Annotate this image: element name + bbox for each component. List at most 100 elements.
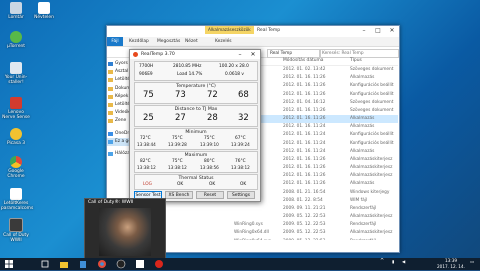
file-type: Szöveges dokument [350, 99, 394, 105]
desktop-icon-nevtelen[interactable]: Névtelen [29, 2, 59, 20]
tab-view[interactable]: Nézet [185, 37, 198, 46]
taskbar: ^ ▮ ◀ 13:39 2017. 12. 14. ▭ [0, 258, 480, 270]
desktop-icon-chrome[interactable]: Google Chrome [1, 156, 31, 179]
file-row[interactable]: WinRing0.sys 2009. 05. 12. 22:53 Rendszerf… [154, 221, 398, 229]
minimize-icon[interactable]: – [357, 26, 371, 35]
start-icon[interactable] [4, 259, 14, 269]
file-type: Alkalmazáskiterjesz [350, 230, 393, 236]
core2-min: 75°C [204, 136, 215, 141]
settings-button[interactable]: Settings [227, 191, 255, 199]
desktop-icon-utorrent[interactable]: µTorrent [1, 31, 31, 49]
file-type: WIM fájl [350, 197, 368, 203]
close-icon[interactable]: ✕ [247, 50, 259, 59]
folder-icon [108, 94, 113, 99]
tjmax-box: Distance to TJ Max 25 27 28 32 [134, 105, 258, 127]
close-icon[interactable]: ✕ [385, 26, 399, 35]
store-icon[interactable] [78, 259, 88, 269]
realtemp-titlebar: RealTemp 3.70 – ✕ [130, 50, 260, 59]
volume-icon[interactable]: ◀ [402, 259, 405, 265]
file-name: WinRing0x64.dll [234, 230, 269, 236]
cpu-speed: 2810.85 MHz [173, 64, 202, 69]
file-row[interactable]: WinRing0x64.sys 2009. 05. 12. 22:53 Rendsz… [154, 238, 398, 240]
chrome-taskbar-icon[interactable] [97, 259, 107, 269]
folder-icon [108, 119, 113, 124]
core0-temp: 75 [143, 90, 154, 100]
file-row[interactable]: 2009. 05. 12. 22:53 Alkalmazáskiterjesz [154, 213, 398, 221]
thermal-status-header: Thermal Status [178, 176, 214, 181]
folder-icon [108, 102, 113, 107]
thermal-status-box: Thermal Status LOG OK OK OK [134, 174, 258, 190]
tray-chevron-icon[interactable]: ^ [380, 258, 384, 265]
core1-max-time: 13:38:12 [168, 165, 187, 170]
notification-icon[interactable]: ▭ [470, 259, 474, 265]
tray-clock[interactable]: 13:39 2017. 12. 14. [434, 258, 468, 269]
desktop-icon-recycle-bin[interactable]: Lomtár [1, 2, 31, 20]
file-date: 2012. 01. 16. 11:26 [283, 156, 326, 162]
core2-max: 80°C [204, 159, 215, 164]
desktop-icon-uninstaller[interactable]: Your Unin-staller! [1, 62, 31, 85]
cpu-load: Load 14.7% [177, 72, 203, 77]
log-button[interactable]: LOG [143, 182, 152, 187]
minimize-icon[interactable]: – [234, 50, 246, 59]
tab-file[interactable]: Fájl [107, 37, 123, 46]
xs-bench-button[interactable]: XS Bench [165, 191, 193, 199]
file-type: Alkalmazás [350, 148, 375, 154]
core3-status: OK [240, 182, 247, 187]
tab-home[interactable]: Kezdőlap [129, 37, 149, 46]
task-view-icon[interactable] [40, 259, 50, 269]
file-type: Konfigurációs beállít [350, 91, 394, 97]
desktop-icon-letoltkeres[interactable]: LetöltKeres paramcalcoms [1, 188, 33, 211]
file-date: 2009. 05. 12. 22:53 [283, 230, 326, 236]
tjmax-header: Distance to TJ Max [174, 107, 218, 112]
file-name: WinRing0x64.sys [234, 238, 271, 240]
tab-share[interactable]: Megosztás [157, 37, 180, 46]
file-row[interactable]: 2009. 09. 11. 21:21 Rendszerfájl [154, 205, 398, 213]
file-row[interactable]: WinRing0x64.dll 2009. 05. 12. 22:53 Alkalm… [154, 229, 398, 237]
file-date: 2012. 01. 16. 11:26 [283, 75, 326, 81]
folder-icon [108, 111, 113, 116]
file-type: Windows kiterjegy [350, 189, 390, 195]
file-explorer-icon[interactable] [59, 259, 69, 269]
core3-max: 76°C [235, 159, 246, 164]
file-date: 2009. 05. 12. 22:53 [283, 214, 326, 220]
app-taskbar-icon[interactable] [135, 259, 145, 269]
cod-taskbar-icon[interactable] [116, 259, 126, 269]
core3-tj: 32 [238, 113, 249, 123]
folder-icon [108, 78, 113, 83]
network-icon [108, 151, 113, 156]
file-date: 2008. 01. 21. 16:54 [283, 189, 326, 195]
cpu-id: 906E9 [139, 72, 153, 77]
tab-manage[interactable]: Kezelés [215, 37, 232, 46]
core2-min-time: 13:39:10 [200, 142, 219, 147]
file-type: Konfigurációs beállít [350, 140, 394, 146]
file-name: WinRing0.sys [234, 222, 263, 228]
reset-button[interactable]: Reset [196, 191, 224, 199]
desktop-icon-cod[interactable]: Call of Duty WWII [1, 218, 31, 243]
network-tray-icon[interactable]: ▮ [392, 259, 394, 265]
file-date: 2012. 01. 16. 11:24 [283, 140, 326, 146]
desktop-icon-picasa[interactable]: Picasa 3 [1, 128, 31, 146]
core1-status: OK [177, 182, 184, 187]
realtemp-taskbar-icon[interactable] [154, 259, 164, 269]
ribbon: Fájl Kezdőlap Megosztás Nézet Kezelés [107, 37, 399, 47]
file-type: Rendszerfájl [350, 205, 377, 211]
context-tab-app-tools[interactable]: Alkalmazáseszközök [205, 26, 254, 34]
file-type: Konfigurációs beállít [350, 83, 394, 89]
file-date: 2012. 01. 16. 11:26 [283, 173, 326, 179]
document-icon [38, 2, 50, 14]
desktop-icon-lenovo[interactable]: Lenovo Nerve Sense [1, 97, 31, 120]
core1-min-time: 13:39:28 [168, 142, 187, 147]
explorer-title: Real Temp [257, 28, 281, 33]
cloud-icon [108, 131, 113, 136]
file-type: Konfigurációs beállít [350, 132, 394, 138]
core0-max-time: 13:38:12 [137, 165, 156, 170]
taskbar-thumbnail-preview[interactable]: Call of Duty®: WWII [84, 198, 166, 260]
column-type[interactable]: Típus [350, 58, 362, 63]
folder-icon [108, 86, 113, 91]
cpu-model: 7700H [139, 64, 154, 69]
recycle-bin-icon [10, 2, 22, 14]
maximize-icon[interactable]: □ [371, 26, 385, 35]
file-date: 2012. 01. 16. 11:26 [283, 165, 326, 171]
file-date: 2012. 01. 16. 11:26 [283, 107, 326, 113]
column-modified[interactable]: Módosítás dátuma [283, 58, 324, 63]
